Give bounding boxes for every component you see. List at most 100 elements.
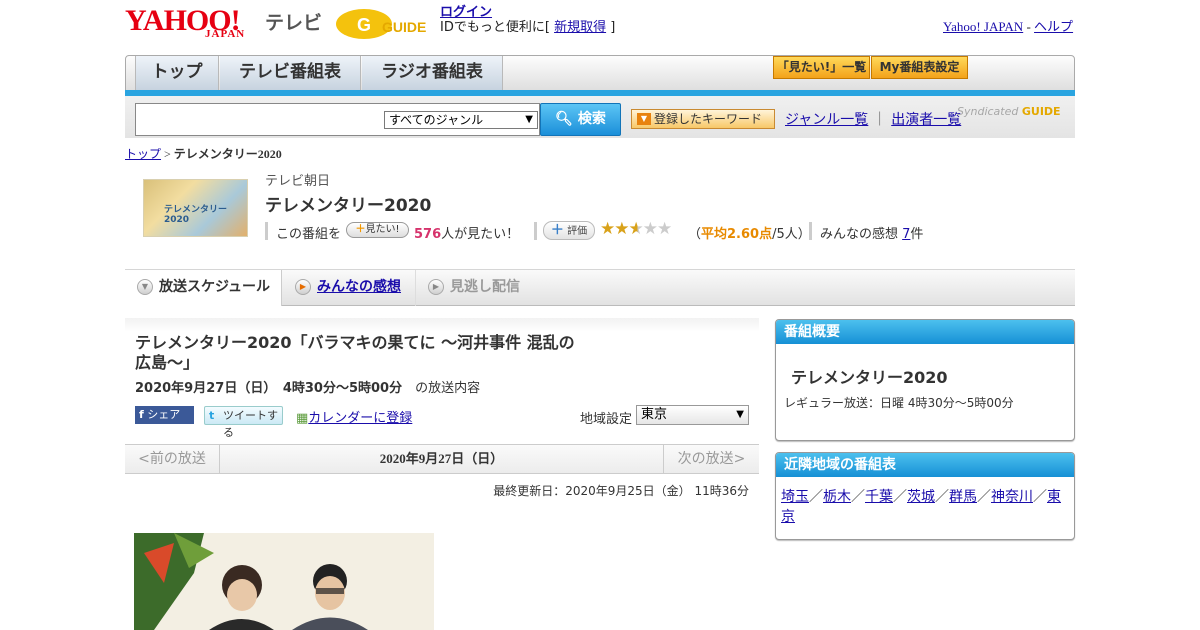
rating-voters: /5人） bbox=[772, 227, 811, 242]
login-prefix: IDでもっと便利に[ bbox=[440, 20, 555, 35]
service-name[interactable]: テレビ bbox=[265, 8, 322, 35]
registered-keywords-label: 登録したキーワード bbox=[654, 112, 763, 126]
login-suffix: ] bbox=[606, 20, 616, 35]
help-link[interactable]: ヘルプ bbox=[1034, 19, 1073, 34]
divider bbox=[534, 222, 537, 240]
episode-air-time: 2020年9月27日（日） 4時30分～5時00分 の放送内容 bbox=[135, 377, 480, 396]
reviews-prefix: みんなの感想 bbox=[820, 227, 903, 242]
syndicated-gguide-text: GUIDE bbox=[1021, 105, 1061, 118]
thumbnail-text: テレメンタリー2020 bbox=[164, 205, 228, 225]
signup-link[interactable]: 新規取得 bbox=[554, 20, 606, 35]
breadcrumb-sep: > bbox=[161, 147, 174, 161]
region-value: 東京 bbox=[641, 407, 668, 422]
air-suffix: の放送内容 bbox=[415, 381, 481, 396]
region-label: 地域設定 bbox=[580, 412, 633, 427]
my-schedule-button[interactable]: My番組表設定 bbox=[871, 56, 968, 79]
region-select[interactable]: 東京 ▼ bbox=[636, 405, 749, 425]
nav-tab-tv[interactable]: テレビ番組表 bbox=[220, 56, 361, 90]
area-link-ibaraki[interactable]: 茨城 bbox=[907, 489, 935, 505]
paren-open: （ bbox=[688, 227, 702, 242]
search-links: ジャンル一覧 ｜ 出演者一覧 bbox=[785, 109, 961, 129]
syndicated-text: Syndicated bbox=[957, 105, 1019, 118]
area-sep: ／ bbox=[851, 489, 865, 505]
area-link-gunma[interactable]: 群馬 bbox=[949, 489, 977, 505]
half-star-icon: ★ bbox=[628, 219, 644, 239]
tab-schedule[interactable]: ▼ 放送スケジュール bbox=[125, 270, 282, 306]
tab-reviews-label[interactable]: みんなの感想 bbox=[317, 279, 401, 295]
tab-reviews[interactable]: ▶ みんなの感想 bbox=[283, 270, 416, 306]
genre-select[interactable]: すべてのジャンル ▼ bbox=[384, 111, 538, 129]
air-time: 2020年9月27日（日） 4時30分～5時00分 bbox=[135, 381, 403, 396]
calendar-register[interactable]: ▦カレンダーに登録 bbox=[296, 407, 412, 426]
facebook-icon: f bbox=[139, 408, 144, 421]
chevron-down-icon: ▼ bbox=[137, 279, 153, 295]
genre-list-link[interactable]: ジャンル一覧 bbox=[785, 112, 868, 128]
play-icon: ▶ bbox=[428, 279, 444, 295]
episode-photo bbox=[134, 533, 434, 630]
link-separator: - bbox=[1023, 19, 1035, 34]
gguide-text: GUIDE bbox=[382, 19, 426, 35]
want-button-label: 見たい! bbox=[365, 224, 400, 235]
area-link-saitama[interactable]: 埼玉 bbox=[781, 489, 809, 505]
station-name: テレビ朝日 bbox=[265, 174, 331, 189]
calendar-link[interactable]: カレンダーに登録 bbox=[308, 411, 412, 426]
syndicated-badge: Syndicated GUIDE bbox=[957, 105, 1061, 118]
next-broadcast-link[interactable]: 次の放送> bbox=[663, 445, 759, 473]
registered-keywords-button[interactable]: ▼ 登録したキーワード bbox=[631, 109, 775, 129]
nav-tab-radio[interactable]: ラジオ番組表 bbox=[362, 56, 503, 90]
area-sep: ／ bbox=[977, 489, 991, 505]
tweet-button[interactable]: t ツイートする bbox=[204, 406, 283, 439]
link-divider: ｜ bbox=[872, 112, 887, 128]
reviews-suffix: 件 bbox=[910, 227, 924, 242]
current-date: 2020年9月27日（日） bbox=[379, 451, 504, 466]
reviews-summary: みんなの感想 7件 bbox=[820, 223, 923, 242]
rating-average: 平均2.60点 bbox=[701, 227, 773, 242]
search-button[interactable]: 🔍︎ 検索 bbox=[540, 103, 621, 136]
rate-button-label: 評価 bbox=[567, 226, 588, 237]
program-overview-heading: 番組概要 bbox=[776, 320, 1074, 344]
area-sep: ／ bbox=[809, 489, 823, 505]
star-icon: ★ bbox=[657, 219, 672, 239]
cast-list-link[interactable]: 出演者一覧 bbox=[891, 112, 961, 128]
area-link-kanagawa[interactable]: 神奈川 bbox=[991, 489, 1033, 505]
arrow-down-icon: ▼ bbox=[637, 113, 651, 125]
breadcrumb-home[interactable]: トップ bbox=[125, 147, 161, 161]
area-link-chiba[interactable]: 千葉 bbox=[865, 489, 893, 505]
plus-icon: ＋ bbox=[550, 223, 564, 238]
nearby-areas-list: 埼玉／栃木／千葉／茨城／群馬／神奈川／東京 bbox=[781, 487, 1066, 527]
facebook-share-button[interactable]: f シェア bbox=[135, 406, 194, 424]
facebook-share-label: シェア bbox=[147, 408, 181, 421]
star-icon: ★ bbox=[642, 219, 658, 239]
program-thumbnail: テレメンタリー2020 bbox=[143, 179, 248, 237]
overview-regular-slot: レギュラー放送：日曜 4時30分～5時00分 bbox=[784, 396, 1014, 410]
tab-schedule-label: 放送スケジュール bbox=[159, 279, 271, 295]
breadcrumb-current: テレメンタリー2020 bbox=[173, 147, 282, 161]
program-title: テレメンタリー2020 bbox=[265, 196, 432, 216]
area-link-tochigi[interactable]: 栃木 bbox=[823, 489, 851, 505]
nearby-areas-heading: 近隣地域の番組表 bbox=[776, 453, 1074, 477]
yahoo-japan-link[interactable]: Yahoo! JAPAN bbox=[943, 19, 1023, 34]
gguide-logo[interactable]: G GUIDE bbox=[334, 6, 432, 42]
breadcrumb: トップ > テレメンタリー2020 bbox=[125, 145, 282, 162]
genre-select-value: すべてのジャンル bbox=[389, 113, 484, 127]
rating-stars: ★★★★★ bbox=[600, 219, 672, 239]
play-icon: ▶ bbox=[295, 279, 311, 295]
nav-tab-top[interactable]: トップ bbox=[135, 56, 219, 90]
login-link[interactable]: ログイン bbox=[440, 5, 492, 20]
watchlist-button[interactable]: 「見たい!」一覧 bbox=[773, 56, 870, 79]
twitter-bird-icon: t bbox=[209, 409, 215, 422]
episode-photo-image bbox=[134, 533, 434, 630]
top-links: Yahoo! JAPAN - ヘルプ bbox=[943, 16, 1073, 35]
plus-icon: ＋ bbox=[355, 224, 366, 235]
prev-broadcast-link[interactable]: <前の放送 bbox=[125, 445, 220, 473]
area-sep: ／ bbox=[893, 489, 907, 505]
area-sep: ／ bbox=[1033, 489, 1047, 505]
overview-title: テレメンタリー2020 bbox=[791, 368, 948, 387]
chevron-down-icon: ▼ bbox=[525, 114, 533, 125]
tab-streaming[interactable]: ▶ 見逃し配信 bbox=[416, 270, 546, 306]
star-icon: ★ bbox=[600, 219, 615, 239]
rate-button[interactable]: ＋ 評価 bbox=[543, 221, 595, 240]
want-prefix: この番組を bbox=[276, 227, 342, 242]
login-subtext: IDでもっと便利に[ 新規取得 ] bbox=[440, 20, 615, 36]
want-to-watch-button[interactable]: ＋見たい! bbox=[346, 222, 409, 238]
